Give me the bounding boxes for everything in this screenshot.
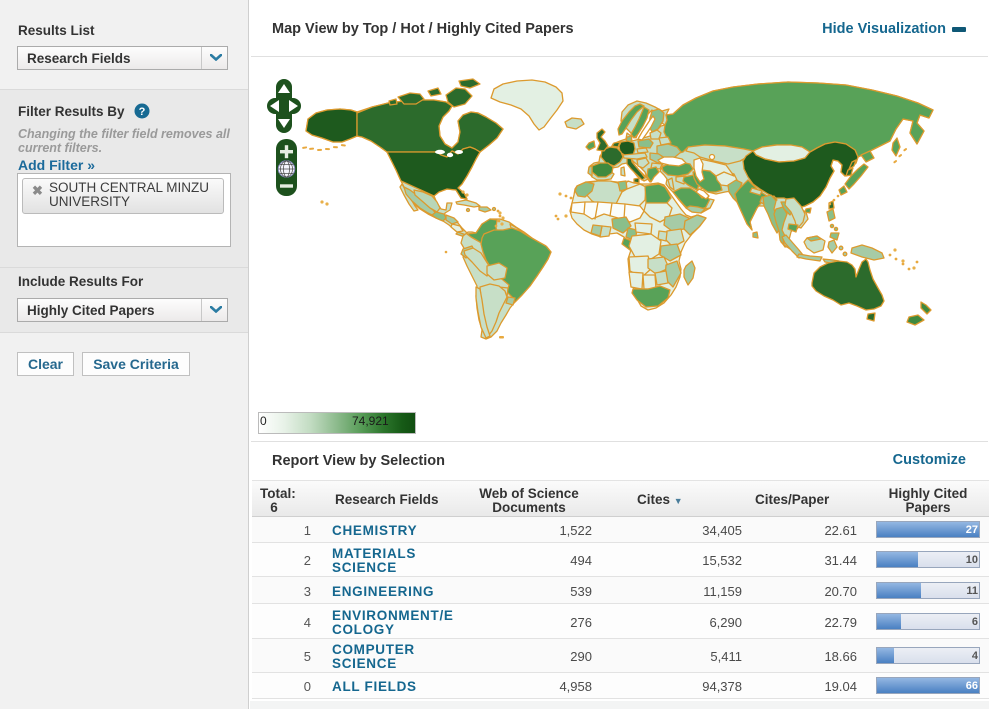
- svg-text:?: ?: [139, 106, 146, 118]
